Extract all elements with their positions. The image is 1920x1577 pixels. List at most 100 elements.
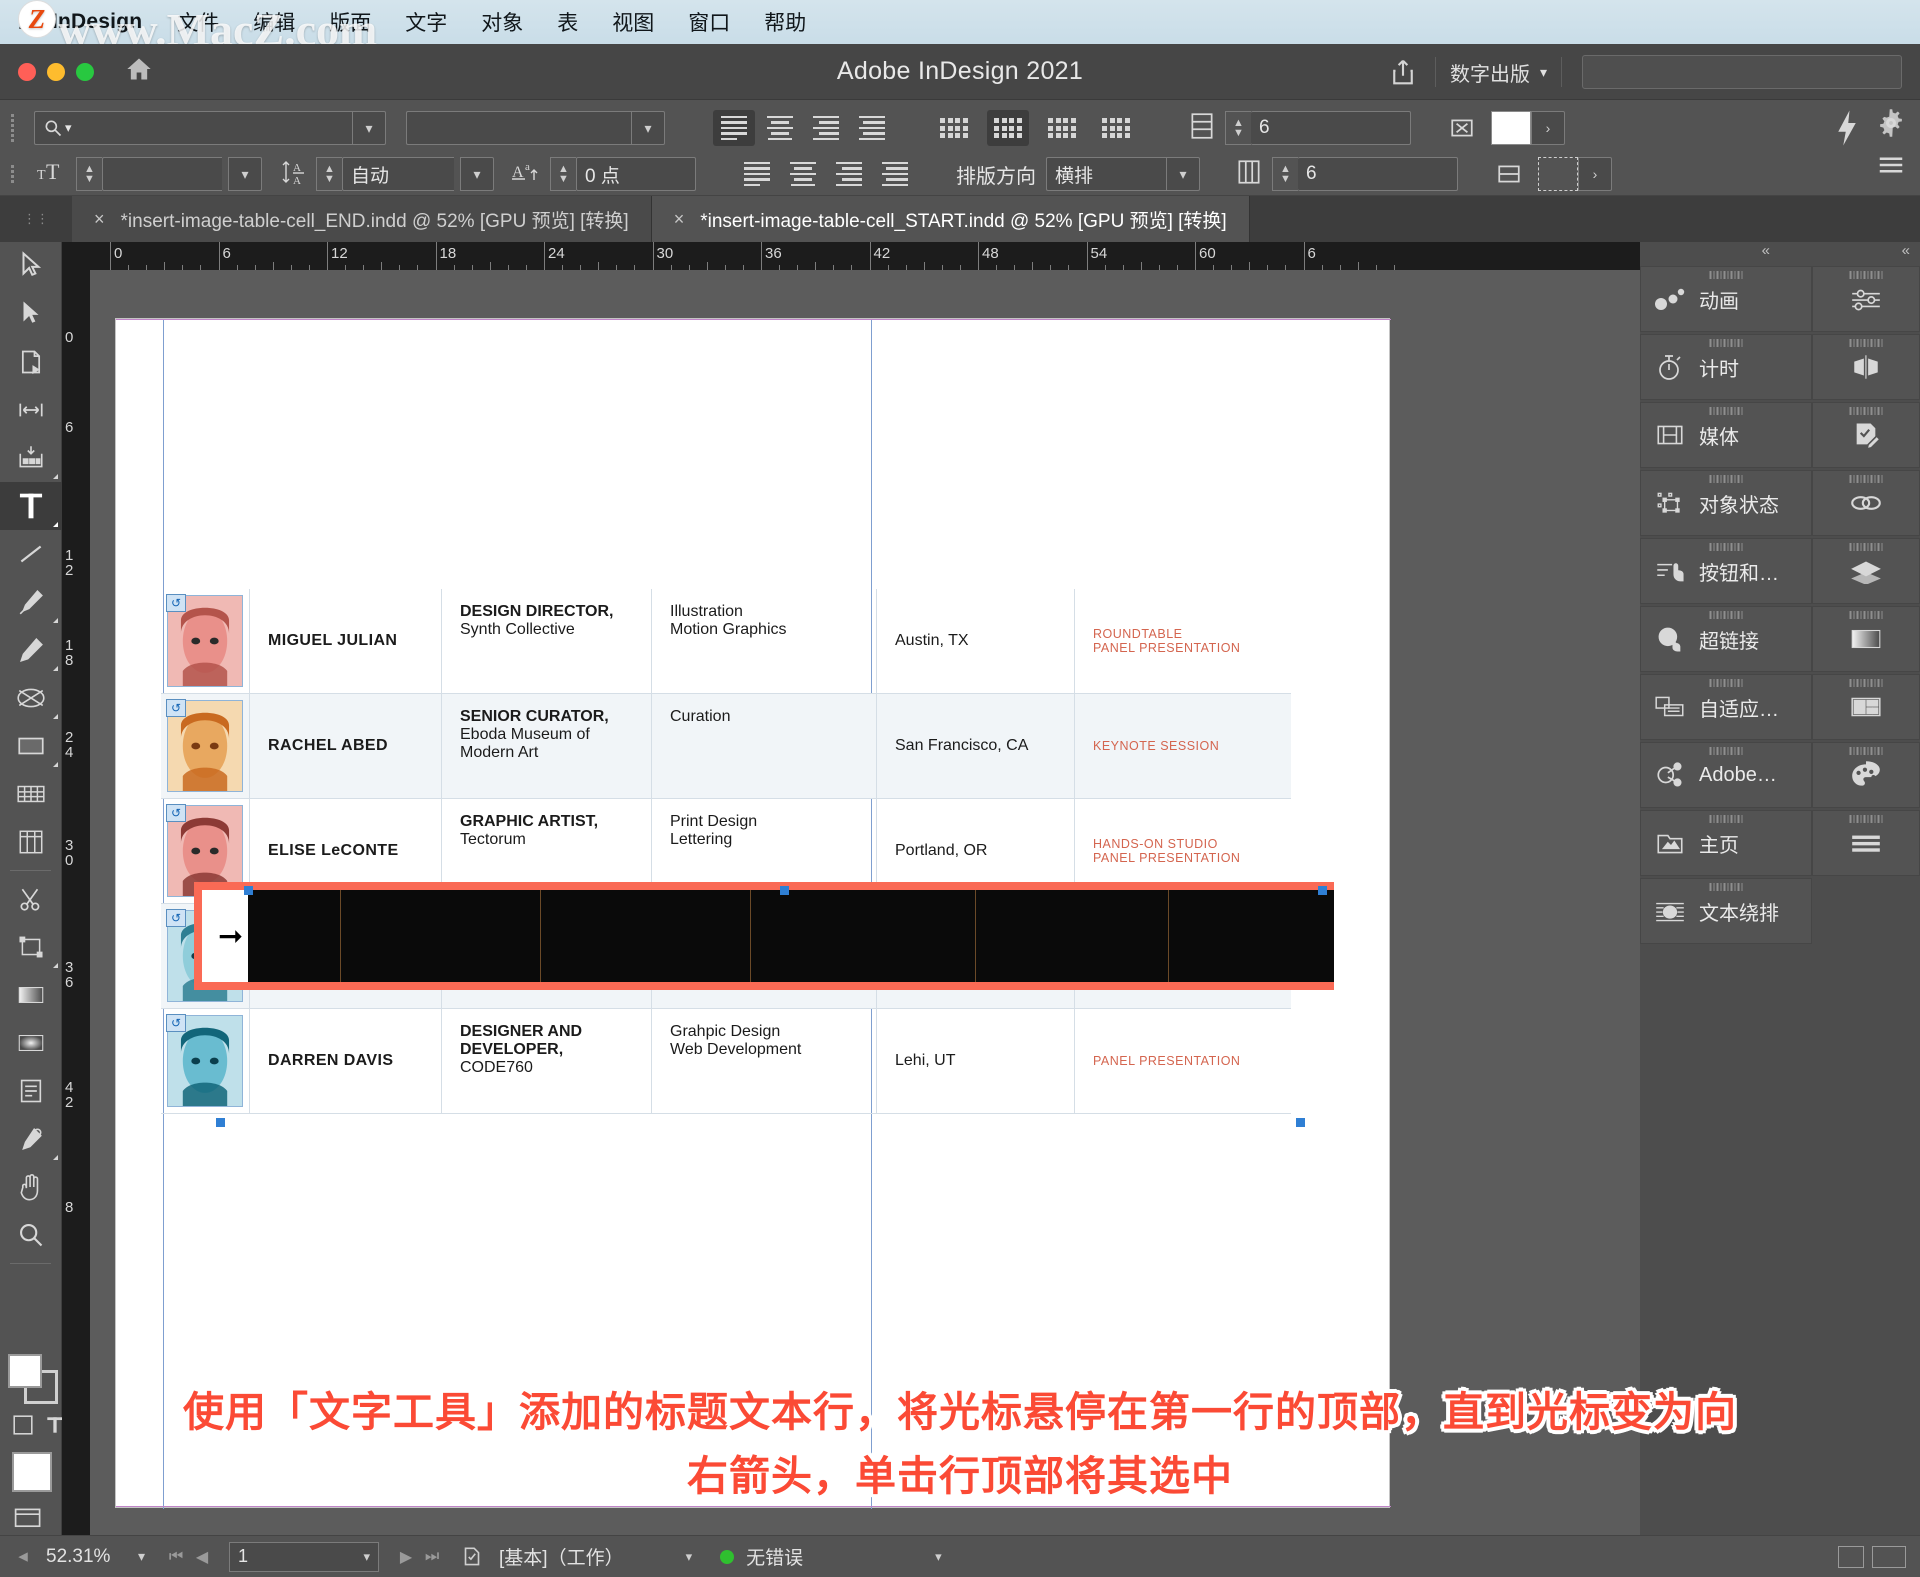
panel-text-wrap[interactable]: 文本绕排 — [1640, 878, 1812, 944]
tabbar-grip[interactable]: ⋮⋮ — [0, 196, 72, 242]
table-cell-specialty[interactable]: Grahpic Design Web Development — [651, 1009, 876, 1113]
composition-direction-value[interactable]: 横排 — [1046, 157, 1166, 191]
table-row[interactable]: ↺ DARREN DAVIS DESIGNER AND DEVELOPER, COD… — [161, 1009, 1291, 1114]
panel-layers[interactable] — [1812, 538, 1920, 604]
table-cell-location[interactable]: Austin, TX — [876, 589, 1074, 693]
line-tool[interactable] — [0, 530, 62, 578]
avatar-orange-hair[interactable]: ↺ — [166, 699, 243, 792]
close-icon[interactable]: × — [94, 209, 105, 230]
panel-liquid-layout[interactable]: 自适应… — [1640, 674, 1812, 740]
align-bottom-icon[interactable] — [828, 156, 870, 192]
avatar-teal-female[interactable]: ↺ — [166, 1014, 243, 1107]
gradient-swatch-tool[interactable] — [0, 971, 62, 1019]
grid-bottom-icon[interactable] — [1041, 110, 1083, 146]
workspace-mode-indicator[interactable]: [基本]（工作） ▾ — [499, 1543, 692, 1570]
selection-handle[interactable] — [1318, 886, 1327, 895]
panel-animation[interactable]: 动画 — [1640, 266, 1812, 332]
table-cell-avatar[interactable]: ↺ — [161, 1009, 249, 1113]
last-page-icon[interactable]: ⏭ — [419, 1548, 445, 1566]
font-family-dropdown-arrow[interactable]: ▾ — [352, 111, 386, 145]
menu-type[interactable]: 文字 — [388, 7, 464, 37]
document-tab-start[interactable]: × *insert-image-table-cell_START.indd @ … — [651, 196, 1250, 242]
font-style-dropdown-arrow[interactable]: ▾ — [631, 111, 665, 145]
pen-tool[interactable] — [0, 578, 62, 626]
screen-mode-icon[interactable] — [12, 1504, 48, 1539]
frame-handle-left[interactable] — [216, 1118, 225, 1127]
table-cell-session[interactable]: PANEL PRESENTATION — [1074, 1009, 1289, 1113]
panel-media[interactable]: 媒体 — [1640, 402, 1812, 468]
eyedropper-tool[interactable] — [0, 1115, 62, 1163]
menu-window[interactable]: 窗口 — [671, 7, 747, 37]
panel-preflight[interactable] — [1812, 402, 1920, 468]
font-size-stepper[interactable]: ▲ ▼ — [76, 157, 102, 191]
table-row[interactable]: ↺ RACHEL ABED SENIOR CURATOR, Eboda Museum… — [161, 694, 1291, 799]
menu-table[interactable]: 表 — [540, 7, 595, 37]
ellipse-frame-tool[interactable] — [0, 674, 62, 722]
font-size-dropdown-arrow[interactable]: ▾ — [228, 157, 262, 191]
align-vertical-center-icon[interactable] — [782, 156, 824, 192]
selection-tool[interactable] — [0, 242, 62, 290]
menu-view[interactable]: 视图 — [595, 7, 671, 37]
grid-justify-icon[interactable] — [1095, 110, 1137, 146]
table-cell-session[interactable]: ROUNDTABLEPANEL PRESENTATION — [1074, 589, 1289, 693]
panel-grip[interactable] — [0, 113, 24, 143]
fill-and-stroke-swatches[interactable] — [8, 1354, 58, 1404]
align-top-icon[interactable] — [736, 156, 778, 192]
leading-dropdown-arrow[interactable]: ▾ — [460, 157, 494, 191]
leading-stepper[interactable]: ▲ ▼ — [316, 157, 342, 191]
break-link-icon[interactable] — [1441, 110, 1483, 146]
free-transform-tool[interactable] — [0, 923, 62, 971]
fill-color-swatch[interactable] — [1491, 111, 1531, 145]
rows-stepper[interactable]: ▲ ▼ — [1225, 111, 1251, 145]
table-cell-specialty[interactable]: Curation — [651, 694, 876, 798]
workspace-selector[interactable]: 数字出版 ▾ — [1444, 58, 1553, 87]
table-cell-name[interactable]: RACHEL ABED — [249, 694, 441, 798]
table-cell-avatar[interactable]: ↺ — [161, 694, 249, 798]
page-tool[interactable] — [0, 338, 62, 386]
close-icon[interactable]: × — [674, 209, 685, 230]
content-collector-tool[interactable] — [0, 434, 62, 482]
selection-handle[interactable] — [244, 886, 253, 895]
table-cell-session[interactable]: KEYNOTE SESSION — [1074, 694, 1289, 798]
menu-object[interactable]: 对象 — [464, 7, 540, 37]
workspace-mode-arrow[interactable]: ▾ — [686, 1549, 693, 1565]
collapse-panels-left-icon[interactable]: « — [1640, 242, 1780, 266]
collapse-panels-right-icon[interactable]: « — [1780, 242, 1920, 266]
page-number-input[interactable]: 1 ▾ — [229, 1541, 380, 1572]
table-cell-title[interactable]: DESIGNER AND DEVELOPER, CODE760 — [441, 1009, 651, 1113]
tracking-value[interactable]: 0 点 — [576, 157, 696, 191]
share-icon[interactable] — [1379, 53, 1427, 91]
split-cell-icon[interactable] — [1488, 156, 1530, 192]
gradient-feather-tool[interactable] — [0, 1019, 62, 1067]
panel-paragraph-styles[interactable] — [1812, 810, 1920, 876]
scissors-tool[interactable] — [0, 875, 62, 923]
grid-top-icon[interactable] — [933, 110, 975, 146]
rows-value[interactable]: 6 — [1251, 111, 1411, 145]
composition-dropdown-arrow[interactable]: ▾ — [1166, 157, 1200, 191]
menu-file[interactable]: 文件 — [160, 7, 236, 37]
table-cell-avatar[interactable]: ↺ — [161, 589, 249, 693]
panel-grip-2[interactable] — [0, 164, 24, 184]
titlebar-search-input[interactable] — [1582, 55, 1902, 89]
align-vertical-justify-icon[interactable] — [874, 156, 916, 192]
speaker-table[interactable]: ↺ MIGUEL JULIAN DESIGN DIRECTOR, Synth Col… — [161, 589, 1291, 1114]
grid-center-icon[interactable] — [987, 110, 1029, 146]
mac-menu-bar[interactable]:  InDesign 文件 编辑 版面 文字 对象 表 视图 窗口 帮助 — [0, 0, 1920, 44]
first-page-icon[interactable]: ⏮ — [163, 1548, 189, 1566]
table-cell-location[interactable]: San Francisco, CA — [876, 694, 1074, 798]
panel-adobe-share[interactable]: Adobe… — [1640, 742, 1812, 808]
pencil-tool[interactable] — [0, 626, 62, 674]
column-tool[interactable] — [0, 818, 62, 866]
panel-links[interactable] — [1812, 470, 1920, 536]
direct-selection-tool[interactable] — [0, 290, 62, 338]
zoom-tool[interactable] — [0, 1211, 62, 1259]
document-canvas-area[interactable]: 0 6 12 18 24 30 36 42 48 54 60 6 061 21 82 43 03 64… — [62, 242, 1640, 1535]
quick-apply-icon[interactable] — [1832, 108, 1862, 153]
font-family-input[interactable]: ▾ — [34, 111, 352, 145]
table-tool[interactable] — [0, 770, 62, 818]
selection-handle[interactable] — [780, 886, 789, 895]
rectangle-tool[interactable] — [0, 722, 62, 770]
panel-gradient[interactable] — [1812, 606, 1920, 672]
panel-pathfinder[interactable] — [1812, 334, 1920, 400]
table-cell-title[interactable]: DESIGN DIRECTOR, Synth Collective — [441, 589, 651, 693]
